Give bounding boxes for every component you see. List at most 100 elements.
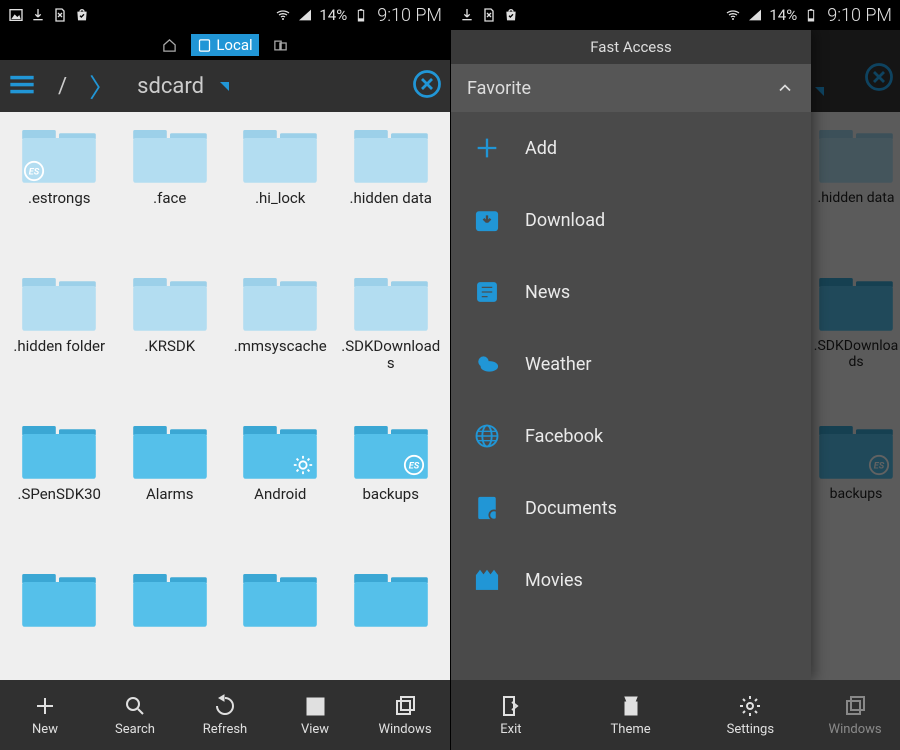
bottom-action-bar: New Search Refresh View Windows	[0, 680, 450, 750]
signal-icon	[297, 7, 313, 23]
picture-icon	[8, 7, 24, 23]
folder-item[interactable]: .SDKDownloads	[336, 270, 447, 418]
panel-item-add[interactable]: Add	[451, 112, 811, 184]
folder-item[interactable]: .KRSDK	[115, 270, 226, 418]
panel-section-favorite[interactable]: Favorite	[451, 64, 811, 112]
action-windows[interactable]: Windows	[810, 680, 900, 750]
es-badge-icon: ES	[23, 160, 45, 182]
folder-icon	[130, 418, 210, 482]
panel-item-label: Add	[525, 138, 557, 159]
panel-item-label: Facebook	[525, 426, 603, 447]
folder-label: .mmsyscache	[234, 338, 327, 355]
folder-icon	[130, 122, 210, 186]
panel-item-documents[interactable]: Documents	[451, 472, 811, 544]
folder-label: .hi_lock	[255, 190, 305, 207]
dim-overlay[interactable]	[811, 30, 900, 680]
svg-text:ES: ES	[29, 168, 40, 178]
action-exit[interactable]: Exit	[451, 680, 571, 750]
doc-status-icon	[52, 7, 68, 23]
folder-label: .estrongs	[28, 190, 91, 207]
pane-right: 14% 9:10 PM .hidden data .SDKDownloads E…	[450, 0, 900, 750]
download-icon	[473, 206, 501, 234]
svg-text:ES: ES	[409, 462, 420, 472]
folder-label: .hidden folder	[13, 338, 105, 355]
panel-item-label: Weather	[525, 354, 591, 375]
menu-button[interactable]	[8, 70, 36, 102]
folder-item[interactable]: .face	[115, 122, 226, 270]
shop-status-icon	[74, 7, 90, 23]
clock-time: 9:10 PM	[827, 5, 892, 26]
folder-item[interactable]: .hidden folder	[4, 270, 115, 418]
folder-item[interactable]: .mmsyscache	[225, 270, 336, 418]
file-grid: ES .estrongs .face .hi_lock .hidden data…	[0, 112, 450, 680]
action-theme[interactable]: Theme	[571, 680, 691, 750]
folder-icon	[130, 566, 210, 630]
path-bar: / 〉 sdcard	[0, 60, 450, 112]
folder-item[interactable]	[115, 566, 226, 680]
tab-home[interactable]	[156, 36, 183, 55]
folder-item[interactable]: .hidden data	[336, 122, 447, 270]
folder-item[interactable]	[336, 566, 447, 680]
action-refresh[interactable]: Refresh	[180, 680, 270, 750]
folder-icon	[351, 122, 431, 186]
folder-icon	[351, 270, 431, 334]
weather-icon	[473, 350, 501, 378]
path-current[interactable]: sdcard	[123, 74, 218, 99]
action-windows[interactable]: Windows	[360, 680, 450, 750]
folder-label: Android	[254, 486, 306, 503]
folder-label: backups	[363, 486, 419, 503]
folder-icon	[19, 566, 99, 630]
folder-icon	[240, 270, 320, 334]
wifi-icon	[725, 7, 741, 23]
folder-label: .SDKDownloads	[341, 338, 441, 373]
panel-item-label: Movies	[525, 570, 583, 591]
panel-title: Fast Access	[451, 30, 811, 64]
movie-icon	[473, 566, 501, 594]
folder-item[interactable]: ES .estrongs	[4, 122, 115, 270]
action-settings[interactable]: Settings	[690, 680, 810, 750]
tab-local[interactable]: Local	[191, 34, 258, 56]
action-view[interactable]: View	[270, 680, 360, 750]
folder-icon	[351, 566, 431, 630]
panel-item-download[interactable]: Download	[451, 184, 811, 256]
battery-icon	[353, 7, 369, 23]
path-dropdown-icon[interactable]	[220, 82, 229, 91]
folder-label: .KRSDK	[144, 338, 195, 355]
wifi-icon	[275, 7, 291, 23]
chevron-up-icon	[775, 78, 795, 98]
folder-item[interactable]	[4, 566, 115, 680]
signal-icon	[747, 7, 763, 23]
path-root[interactable]: /	[44, 74, 81, 99]
panel-item-movies[interactable]: Movies	[451, 544, 811, 616]
action-new[interactable]: New	[0, 680, 90, 750]
panel-item-news[interactable]: News	[451, 256, 811, 328]
tab-local-label: Local	[216, 36, 252, 54]
folder-label: .hidden data	[350, 190, 432, 207]
pane-left: 14% 9:10 PM Local / 〉 sdcard ES .estrong…	[0, 0, 450, 750]
folder-item[interactable]: Android	[225, 418, 336, 566]
folder-icon	[240, 566, 320, 630]
folder-item[interactable]: .hi_lock	[225, 122, 336, 270]
fast-access-panel: Fast Access Favorite Add Download News W…	[451, 30, 811, 680]
panel-item-label: Download	[525, 210, 605, 231]
folder-icon: ES	[351, 418, 431, 482]
shop-status-icon	[503, 7, 519, 23]
download-status-icon	[30, 7, 46, 23]
folder-icon: ES	[19, 122, 99, 186]
location-tabstrip: Local	[0, 30, 450, 60]
news-icon	[473, 278, 501, 306]
gear-icon	[292, 454, 314, 476]
action-search[interactable]: Search	[90, 680, 180, 750]
folder-item[interactable]: ES backups	[336, 418, 447, 566]
panel-item-facebook[interactable]: Facebook	[451, 400, 811, 472]
close-tab-button[interactable]	[412, 69, 442, 103]
folder-item[interactable]	[225, 566, 336, 680]
tab-devices[interactable]	[267, 36, 294, 55]
folder-item[interactable]: Alarms	[115, 418, 226, 566]
clock-time: 9:10 PM	[377, 5, 442, 26]
bottom-action-bar-r: Exit Theme Settings Windows	[451, 680, 900, 750]
folder-item[interactable]: .SPenSDK30	[4, 418, 115, 566]
folder-icon	[240, 122, 320, 186]
chevron-right-icon: 〉	[89, 68, 115, 105]
panel-item-weather[interactable]: Weather	[451, 328, 811, 400]
